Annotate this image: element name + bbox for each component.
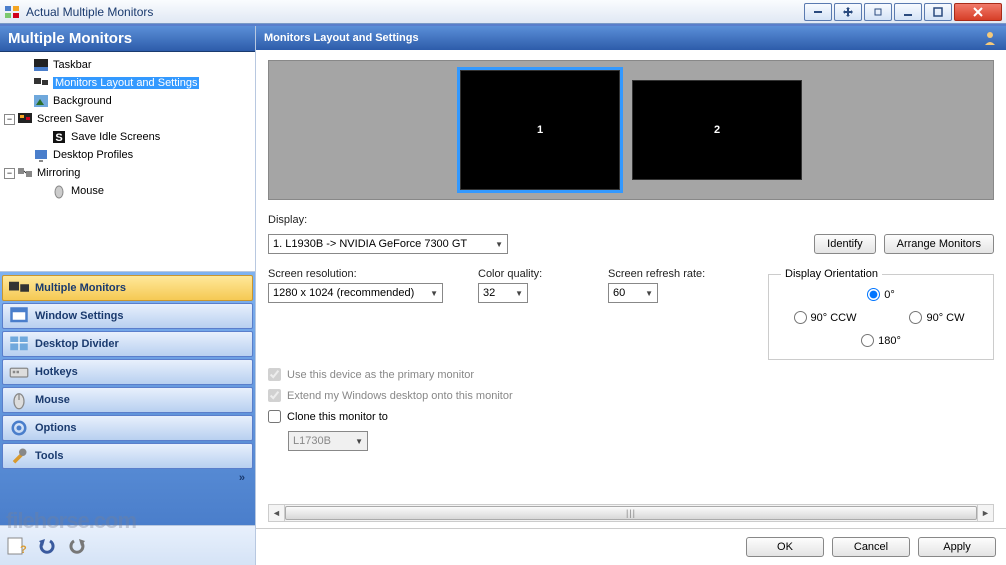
display-select[interactable]: 1. L1930B -> NVIDIA GeForce 7300 GT (268, 234, 508, 254)
nav-tools[interactable]: Tools (2, 443, 253, 469)
tree-item-mirroring[interactable]: − Mirroring (2, 164, 253, 182)
resolution-select[interactable]: 1280 x 1024 (recommended) (268, 283, 443, 303)
nav-desktop-divider[interactable]: Desktop Divider (2, 331, 253, 357)
help-icon[interactable]: ? (6, 535, 28, 557)
ok-button[interactable]: OK (746, 537, 824, 557)
nav-hotkeys[interactable]: Hotkeys (2, 359, 253, 385)
sidebar-bottom-bar: filehorse.com ? (0, 525, 255, 565)
content-panel: Monitors Layout and Settings 1 2 Display… (256, 26, 1006, 565)
mouse-icon (51, 183, 67, 199)
apply-button[interactable]: Apply (918, 537, 996, 557)
clone-monitor-checkbox[interactable]: Clone this monitor to (268, 410, 994, 423)
orientation-0[interactable]: 0° (867, 288, 895, 301)
refresh-label: Screen refresh rate: (608, 268, 738, 280)
nav-expand-toggle[interactable]: » (2, 470, 253, 486)
tree-item-taskbar[interactable]: Taskbar (2, 56, 253, 74)
svg-text:?: ? (20, 544, 27, 556)
sidebar: Multiple Monitors Taskbar Monitors Layou… (0, 26, 256, 565)
tree-view: Taskbar Monitors Layout and Settings Bac… (0, 52, 255, 272)
nav-multiple-monitors[interactable]: Multiple Monitors (2, 275, 253, 301)
monitors-icon (33, 75, 49, 91)
monitor-2[interactable]: 2 (632, 80, 802, 180)
tree-item-mirror-mouse[interactable]: Mouse (2, 182, 253, 200)
options-nav-icon (9, 420, 29, 436)
scroll-left-arrow[interactable]: ◄ (269, 505, 285, 521)
extend-desktop-checkbox: Extend my Windows desktop onto this moni… (268, 389, 994, 402)
primary-monitor-checkbox: Use this device as the primary monitor (268, 368, 994, 381)
nav-mouse[interactable]: Mouse (2, 387, 253, 413)
color-select[interactable]: 32 (478, 283, 528, 303)
minimize-button[interactable] (894, 3, 922, 21)
nav-window-settings[interactable]: Window Settings (2, 303, 253, 329)
title-bar: Actual Multiple Monitors (0, 0, 1006, 24)
mouse-nav-icon (9, 392, 29, 408)
dialog-footer: OK Cancel Apply (256, 528, 1006, 565)
tree-item-screensaver[interactable]: − Screen Saver (2, 110, 253, 128)
cancel-button[interactable]: Cancel (832, 537, 910, 557)
horizontal-scrollbar[interactable]: ◄ ||| ► (268, 504, 994, 522)
collapse-icon[interactable]: − (4, 168, 15, 179)
undo-icon[interactable] (36, 535, 58, 557)
scroll-right-arrow[interactable]: ► (977, 505, 993, 521)
nav-buttons: Multiple Monitors Window Settings Deskto… (0, 272, 255, 525)
window-title: Actual Multiple Monitors (26, 5, 153, 19)
orientation-180[interactable]: 180° (861, 334, 901, 347)
save-idle-icon: S (51, 129, 67, 145)
background-icon (33, 93, 49, 109)
resolution-label: Screen resolution: (268, 268, 448, 280)
orientation-90ccw[interactable]: 90° CCW (794, 311, 857, 324)
monitor-1[interactable]: 1 (460, 70, 620, 190)
monitors-nav-icon (9, 280, 29, 296)
tree-item-desktop-profiles[interactable]: Desktop Profiles (2, 146, 253, 164)
orientation-legend: Display Orientation (781, 268, 882, 280)
display-label: Display: (268, 214, 307, 226)
close-button[interactable] (954, 3, 1002, 21)
taskbar-icon (33, 57, 49, 73)
user-icon[interactable] (982, 30, 998, 46)
orientation-group: Display Orientation 0° 90° CCW 90° CW 18… (768, 268, 994, 360)
hotkeys-nav-icon (9, 364, 29, 380)
titlebar-extra2-button[interactable] (864, 3, 892, 21)
content-header: Monitors Layout and Settings (256, 26, 1006, 50)
titlebar-extra1-button[interactable] (804, 3, 832, 21)
sidebar-header: Multiple Monitors (0, 26, 255, 52)
redo-icon[interactable] (66, 535, 88, 557)
identify-button[interactable]: Identify (814, 234, 875, 254)
refresh-select[interactable]: 60 (608, 283, 658, 303)
monitor-preview-area[interactable]: 1 2 (268, 60, 994, 200)
titlebar-move-button[interactable] (834, 3, 862, 21)
svg-text:S: S (55, 132, 62, 144)
orientation-90cw[interactable]: 90° CW (909, 311, 964, 324)
window-nav-icon (9, 308, 29, 324)
arrange-button[interactable]: Arrange Monitors (884, 234, 994, 254)
maximize-button[interactable] (924, 3, 952, 21)
clone-target-select: L1730B (288, 431, 368, 451)
profiles-icon (33, 147, 49, 163)
tools-nav-icon (9, 448, 29, 464)
app-icon (4, 4, 20, 20)
color-label: Color quality: (478, 268, 578, 280)
nav-options[interactable]: Options (2, 415, 253, 441)
screensaver-icon (17, 111, 33, 127)
divider-nav-icon (9, 336, 29, 352)
tree-item-background[interactable]: Background (2, 92, 253, 110)
mirroring-icon (17, 165, 33, 181)
tree-item-monitors-layout[interactable]: Monitors Layout and Settings (2, 74, 253, 92)
collapse-icon[interactable]: − (4, 114, 15, 125)
tree-item-save-idle[interactable]: S Save Idle Screens (2, 128, 253, 146)
